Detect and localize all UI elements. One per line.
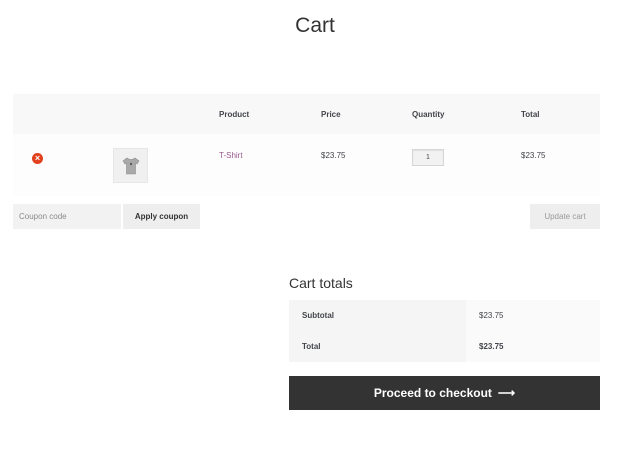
remove-item-icon[interactable]: ×: [32, 153, 43, 164]
header-total: Total: [521, 94, 600, 134]
price-cell: $23.75: [321, 134, 412, 196]
item-price: $23.75: [321, 151, 346, 160]
header-thumbnail: [113, 94, 219, 134]
header-quantity: Quantity: [412, 94, 521, 134]
tshirt-icon[interactable]: [113, 148, 148, 183]
remove-cell: ×: [13, 134, 113, 196]
proceed-to-checkout-button[interactable]: Proceed to checkout ⟶: [289, 376, 600, 410]
quantity-input[interactable]: 1: [412, 149, 444, 166]
subtotal-value: $23.75: [466, 300, 600, 331]
cart-totals-title: Cart totals: [289, 275, 353, 291]
arrow-right-icon: ⟶: [497, 386, 516, 400]
product-name-link[interactable]: T-Shirt: [219, 151, 321, 160]
cart-table: Product Price Quantity Total × T-Shirt $…: [13, 94, 600, 196]
subtotal-row: Subtotal $23.75: [289, 300, 600, 331]
total-value: $23.75: [466, 331, 600, 362]
coupon-code-input[interactable]: Coupon code: [13, 204, 121, 229]
cart-actions: Coupon code Apply coupon Update cart: [13, 204, 600, 229]
product-cell: T-Shirt: [219, 134, 321, 196]
thumbnail-cell: [113, 134, 219, 196]
total-row: Total $23.75: [289, 331, 600, 362]
apply-coupon-button[interactable]: Apply coupon: [123, 204, 200, 229]
checkout-label: Proceed to checkout: [373, 386, 492, 400]
quantity-cell: 1: [412, 134, 521, 196]
header-product: Product: [219, 94, 321, 134]
cart-table-header: Product Price Quantity Total: [13, 94, 600, 134]
header-remove: [13, 94, 113, 134]
subtotal-label: Subtotal: [289, 300, 466, 331]
update-cart-button[interactable]: Update cart: [530, 204, 600, 229]
cart-item-row: × T-Shirt $23.75 1 $23.75: [13, 134, 600, 196]
page-title: Cart: [295, 14, 335, 37]
total-cell: $23.75: [521, 134, 600, 196]
item-total: $23.75: [521, 151, 546, 160]
tshirt-graphic: [122, 157, 139, 174]
header-price: Price: [321, 94, 412, 134]
cart-totals-table: Subtotal $23.75 Total $23.75: [289, 300, 600, 362]
total-label: Total: [289, 331, 466, 362]
